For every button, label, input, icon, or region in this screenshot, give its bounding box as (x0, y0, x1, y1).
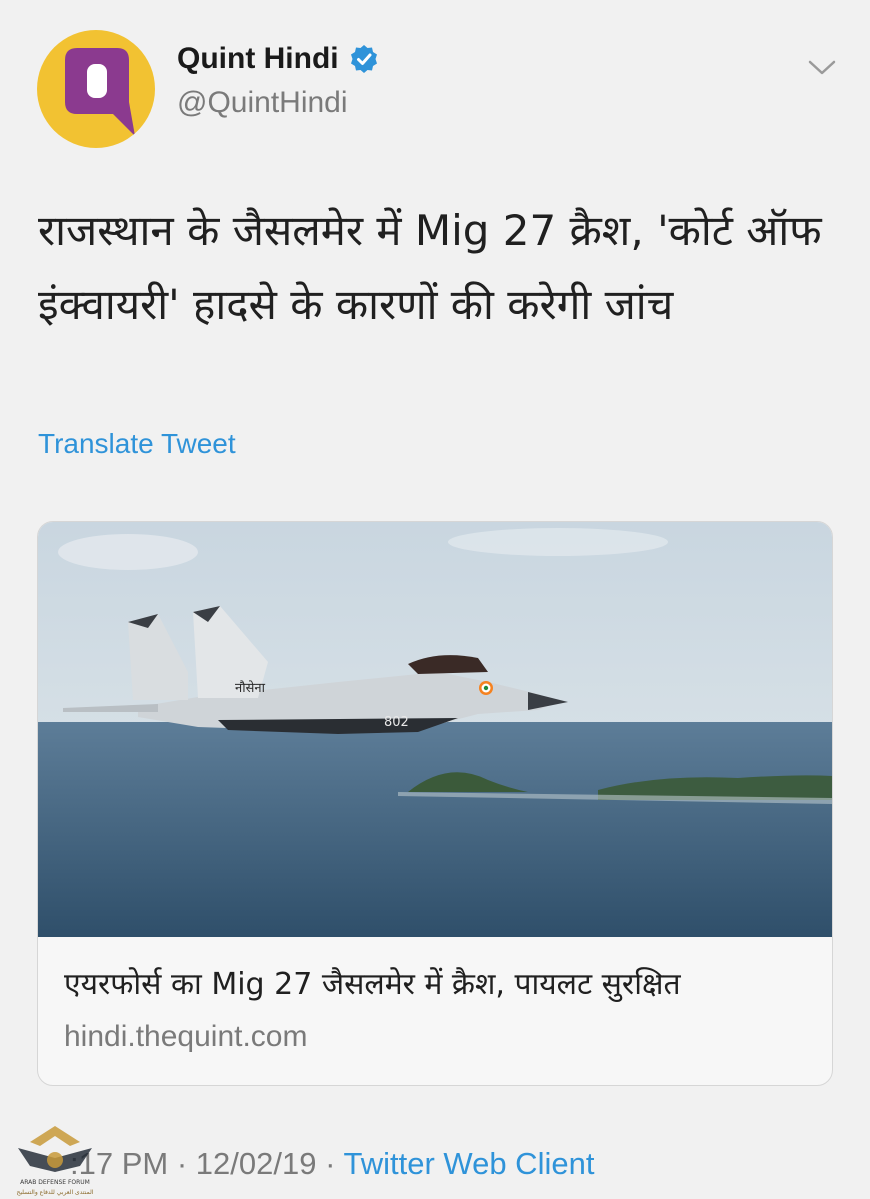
account-handle[interactable]: @QuintHindi (177, 86, 348, 120)
tweet-text: राजस्थान के जैसलमेर में Mig 27 क्रैश, 'क… (38, 206, 822, 329)
jet-number-text: 802 (384, 715, 409, 730)
chevron-down-icon[interactable] (806, 58, 838, 78)
meta-separator: · (176, 1146, 188, 1181)
watermark-text-line1: ARAB DEFENSE FORUM (20, 1179, 90, 1186)
tweet-client-link[interactable]: Twitter Web Client (343, 1146, 594, 1181)
translate-tweet-link[interactable]: Translate Tweet (38, 428, 236, 460)
account-name[interactable]: Quint Hindi (177, 42, 379, 76)
quint-q-logo-icon (65, 48, 135, 136)
account-name-text: Quint Hindi (177, 42, 339, 75)
card-image-jet[interactable]: नौसेना 802 (38, 522, 832, 937)
card-domain[interactable]: hindi.thequint.com (64, 1020, 308, 1054)
jet-marking-text: नौसेना (235, 680, 266, 696)
tweet-date[interactable]: 12/02/19 (196, 1146, 317, 1181)
verified-badge-icon (350, 45, 377, 73)
watermark-text-line2: المنتدى العربي للدفاع والتسليح (17, 1189, 94, 1196)
avatar[interactable] (37, 30, 155, 148)
link-preview-card[interactable]: नौसेना 802 एयरफोर्स का Mig 27 जैसलमेर मे… (37, 521, 833, 1086)
tweet-meta: :17 PM · 12/02/19 · Twitter Web Client (70, 1146, 594, 1182)
card-title[interactable]: एयरफोर्स का Mig 27 जैसलमेर में क्रैश, पा… (64, 962, 824, 1003)
arab-defense-forum-watermark-logo: ARAB DEFENSE FORUM المنتدى العربي للدفاع… (17, 1126, 94, 1196)
meta-separator: · (325, 1146, 336, 1181)
